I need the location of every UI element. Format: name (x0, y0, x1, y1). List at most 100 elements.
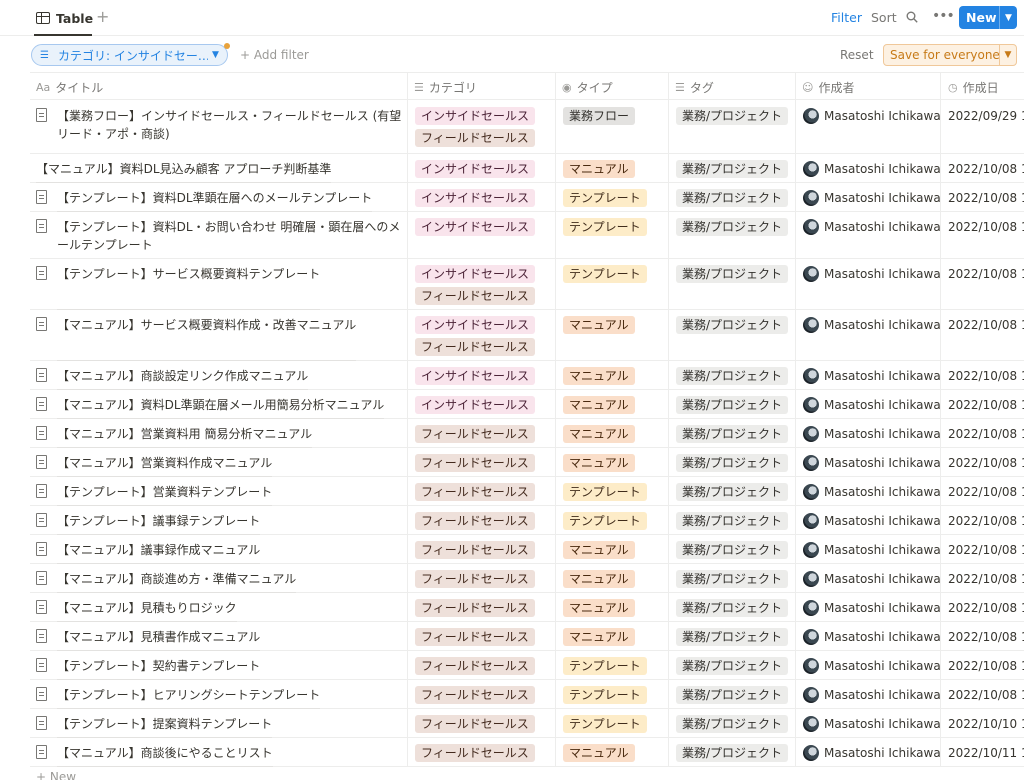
category-cell[interactable]: フィールドセールス (407, 709, 555, 738)
title-cell[interactable]: 【テンプレート】議事録テンプレート (36, 506, 406, 535)
title-cell[interactable]: 【テンプレート】資料DL・お問い合わせ 明確層・顕在層へのメールテンプレート (36, 212, 406, 259)
title-cell[interactable]: 【業務フロー】インサイドセールス・フィールドセールス (有望リード・アポ・商談) (36, 101, 406, 154)
table-row[interactable]: 【テンプレート】資料DL準顕在層へのメールテンプレート インサイドセールス テンプレ… (30, 183, 1024, 212)
table-row[interactable]: 【マニュアル】サービス概要資料作成・改善マニュアル インサイドセールス フィールドセ… (30, 310, 1024, 361)
table-row[interactable]: 【業務フロー】インサイドセールス・フィールドセールス (有望リード・アポ・商談)… (30, 101, 1024, 154)
page-title-link[interactable]: 【マニュアル】資料DL準顕在層メール用簡易分析マニュアル (57, 396, 385, 419)
page-title-link[interactable]: 【マニュアル】サービス概要資料作成・改善マニュアル (57, 316, 357, 361)
category-cell[interactable]: インサイドセールス (407, 154, 555, 183)
created-date-cell[interactable]: 2022/10/08 1 (940, 448, 1024, 477)
table-row[interactable]: 【マニュアル】商談設定リンク作成マニュアル インサイドセールス マニュアル 業務/プロ… (30, 361, 1024, 390)
category-cell[interactable]: インサイドセールス (407, 390, 555, 419)
created-date-cell[interactable]: 2022/10/08 1 (940, 154, 1024, 183)
save-for-everyone-button[interactable]: Save for everyone ▼ (883, 44, 1017, 66)
category-cell[interactable]: フィールドセールス (407, 680, 555, 709)
created-date-cell[interactable]: 2022/10/08 1 (940, 564, 1024, 593)
category-cell[interactable]: インサイドセールス (407, 183, 555, 212)
page-title-link[interactable]: 【マニュアル】資料DL見込み顧客 アプローチ判断基準 (36, 160, 332, 183)
page-title-link[interactable]: 【マニュアル】議事録作成マニュアル (57, 541, 261, 564)
author-cell[interactable]: Masatoshi Ichikawa (795, 419, 940, 448)
page-title-link[interactable]: 【テンプレート】ヒアリングシートテンプレート (57, 686, 321, 709)
tag-cell[interactable]: 業務/プロジェクト (668, 535, 795, 564)
tag-cell[interactable]: 業務/プロジェクト (668, 361, 795, 390)
table-row[interactable]: 【マニュアル】見積もりロジック フィールドセールス マニュアル 業務/プロジェクト Ma… (30, 593, 1024, 622)
author-cell[interactable]: Masatoshi Ichikawa (795, 212, 940, 259)
column-header-category[interactable]: ☰ カテゴリ (414, 73, 477, 101)
page-title-link[interactable]: 【テンプレート】資料DL・お問い合わせ 明確層・顕在層へのメールテンプレート (57, 218, 406, 259)
table-row[interactable]: 【テンプレート】サービス概要資料テンプレート インサイドセールス フィールドセールス… (30, 259, 1024, 310)
created-date-cell[interactable]: 2022/10/08 1 (940, 506, 1024, 535)
table-row[interactable]: 【テンプレート】議事録テンプレート フィールドセールス テンプレート 業務/プロジェク… (30, 506, 1024, 535)
author-cell[interactable]: Masatoshi Ichikawa (795, 506, 940, 535)
type-cell[interactable]: 業務フロー (555, 101, 668, 154)
table-row[interactable]: 【テンプレート】ヒアリングシートテンプレート フィールドセールス テンプレート 業務/… (30, 680, 1024, 709)
chevron-down-icon[interactable]: ▼ (1000, 13, 1017, 23)
more-options-icon[interactable]: ••• (932, 8, 955, 24)
tag-cell[interactable]: 業務/プロジェクト (668, 183, 795, 212)
table-row[interactable]: 【マニュアル】営業資料用 簡易分析マニュアル フィールドセールス マニュアル 業務/プ… (30, 419, 1024, 448)
column-header-type[interactable]: ◉ タイプ (562, 73, 613, 101)
table-row[interactable]: 【マニュアル】商談進め方・準備マニュアル フィールドセールス マニュアル 業務/プロジ… (30, 564, 1024, 593)
type-cell[interactable]: マニュアル (555, 419, 668, 448)
author-cell[interactable]: Masatoshi Ichikawa (795, 477, 940, 506)
page-title-link[interactable]: 【マニュアル】営業資料作成マニュアル (57, 454, 273, 477)
tag-cell[interactable]: 業務/プロジェクト (668, 390, 795, 419)
page-title-link[interactable]: 【テンプレート】提案資料テンプレート (57, 715, 273, 738)
created-date-cell[interactable]: 2022/10/08 1 (940, 212, 1024, 259)
title-cell[interactable]: 【テンプレート】資料DL準顕在層へのメールテンプレート (36, 183, 406, 212)
table-row[interactable]: 【テンプレート】提案資料テンプレート フィールドセールス テンプレート 業務/プロジェ… (30, 709, 1024, 738)
created-date-cell[interactable]: 2022/10/11 1 (940, 738, 1024, 767)
type-cell[interactable]: テンプレート (555, 183, 668, 212)
title-cell[interactable]: 【テンプレート】契約書テンプレート (36, 651, 406, 680)
created-date-cell[interactable]: 2022/10/08 1 (940, 622, 1024, 651)
add-filter-button[interactable]: + Add filter (240, 48, 309, 62)
author-cell[interactable]: Masatoshi Ichikawa (795, 310, 940, 361)
category-cell[interactable]: フィールドセールス (407, 448, 555, 477)
author-cell[interactable]: Masatoshi Ichikawa (795, 709, 940, 738)
title-cell[interactable]: 【テンプレート】ヒアリングシートテンプレート (36, 680, 406, 709)
author-cell[interactable]: Masatoshi Ichikawa (795, 593, 940, 622)
tag-cell[interactable]: 業務/プロジェクト (668, 680, 795, 709)
category-cell[interactable]: フィールドセールス (407, 651, 555, 680)
title-cell[interactable]: 【マニュアル】商談後にやることリスト (36, 738, 406, 767)
title-cell[interactable]: 【マニュアル】サービス概要資料作成・改善マニュアル (36, 310, 406, 361)
author-cell[interactable]: Masatoshi Ichikawa (795, 680, 940, 709)
author-cell[interactable]: Masatoshi Ichikawa (795, 390, 940, 419)
page-title-link[interactable]: 【マニュアル】見積書作成マニュアル (57, 628, 261, 651)
author-cell[interactable]: Masatoshi Ichikawa (795, 564, 940, 593)
filter-button[interactable]: Filter (831, 10, 862, 25)
created-date-cell[interactable]: 2022/10/08 1 (940, 593, 1024, 622)
tag-cell[interactable]: 業務/プロジェクト (668, 709, 795, 738)
tag-cell[interactable]: 業務/プロジェクト (668, 212, 795, 259)
title-cell[interactable]: 【マニュアル】営業資料作成マニュアル (36, 448, 406, 477)
page-title-link[interactable]: 【テンプレート】議事録テンプレート (57, 512, 261, 535)
tag-cell[interactable]: 業務/プロジェクト (668, 651, 795, 680)
type-cell[interactable]: マニュアル (555, 310, 668, 361)
new-button[interactable]: New ▼ (959, 6, 1017, 29)
title-cell[interactable]: 【テンプレート】営業資料テンプレート (36, 477, 406, 506)
category-cell[interactable]: インサイドセールス フィールドセールス (407, 101, 555, 154)
title-cell[interactable]: 【マニュアル】議事録作成マニュアル (36, 535, 406, 564)
page-title-link[interactable]: 【マニュアル】商談設定リンク作成マニュアル (57, 367, 309, 390)
title-cell[interactable]: 【マニュアル】商談設定リンク作成マニュアル (36, 361, 406, 390)
tag-cell[interactable]: 業務/プロジェクト (668, 622, 795, 651)
page-title-link[interactable]: 【テンプレート】サービス概要資料テンプレート (57, 265, 321, 310)
created-date-cell[interactable]: 2022/10/08 1 (940, 535, 1024, 564)
author-cell[interactable]: Masatoshi Ichikawa (795, 183, 940, 212)
author-cell[interactable]: Masatoshi Ichikawa (795, 651, 940, 680)
created-date-cell[interactable]: 2022/10/10 1 (940, 709, 1024, 738)
tag-cell[interactable]: 業務/プロジェクト (668, 419, 795, 448)
author-cell[interactable]: Masatoshi Ichikawa (795, 361, 940, 390)
created-date-cell[interactable]: 2022/10/08 1 (940, 477, 1024, 506)
type-cell[interactable]: マニュアル (555, 448, 668, 477)
author-cell[interactable]: Masatoshi Ichikawa (795, 535, 940, 564)
page-title-link[interactable]: 【マニュアル】見積もりロジック (57, 599, 237, 622)
created-date-cell[interactable]: 2022/10/08 1 (940, 183, 1024, 212)
title-cell[interactable]: 【マニュアル】見積書作成マニュアル (36, 622, 406, 651)
table-row[interactable]: 【テンプレート】営業資料テンプレート フィールドセールス テンプレート 業務/プロジェ… (30, 477, 1024, 506)
type-cell[interactable]: マニュアル (555, 622, 668, 651)
column-header-title[interactable]: Aa タイトル (36, 73, 103, 101)
page-title-link[interactable]: 【テンプレート】資料DL準顕在層へのメールテンプレート (57, 189, 373, 212)
category-cell[interactable]: フィールドセールス (407, 506, 555, 535)
category-cell[interactable]: インサイドセールス (407, 361, 555, 390)
